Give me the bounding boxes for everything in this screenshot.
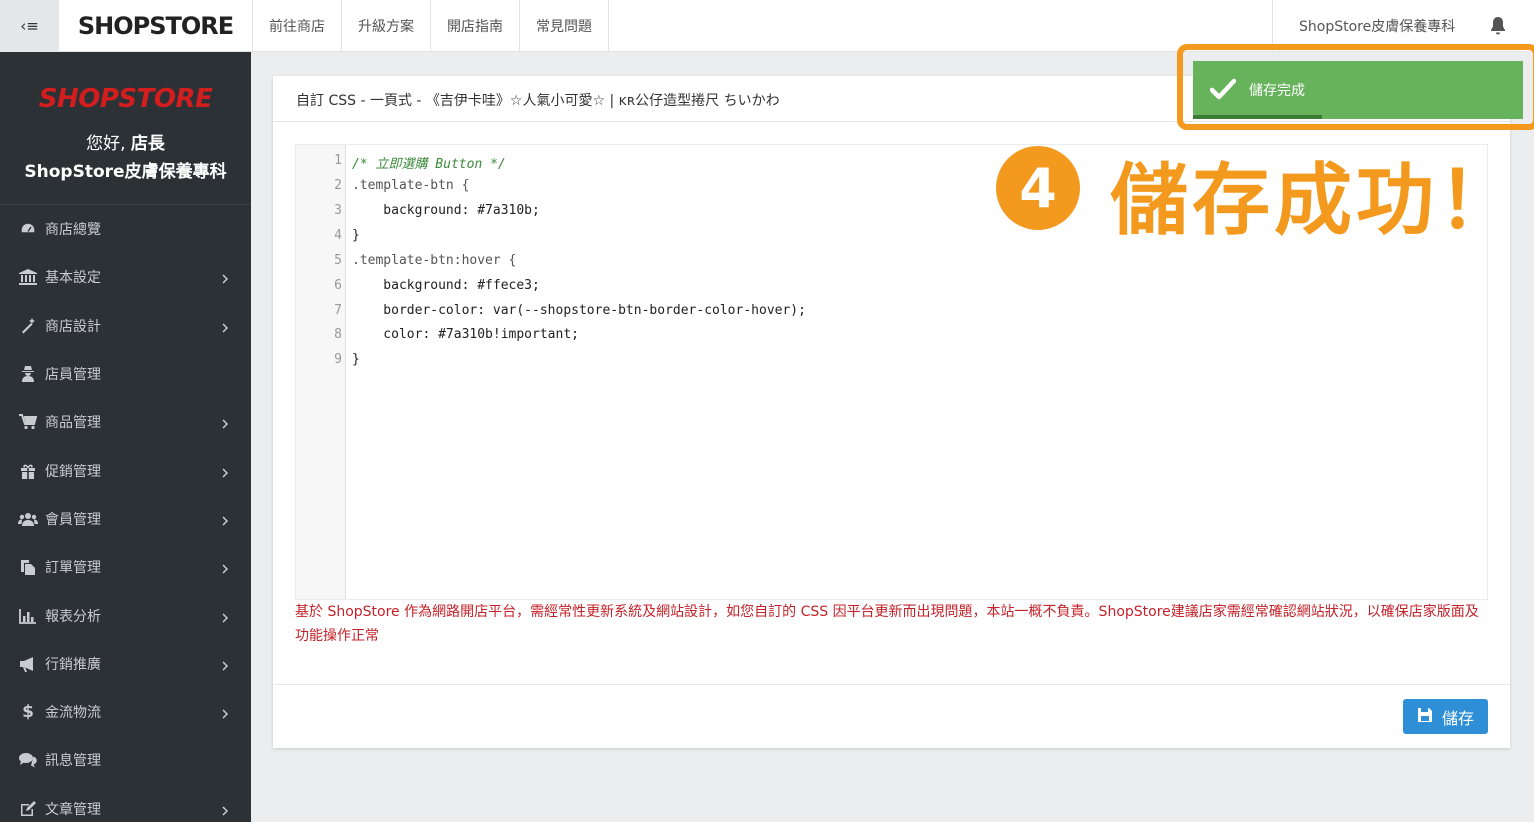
chevron-right-icon [222,659,229,675]
user-secret-icon [18,365,38,383]
chevron-right-icon [222,466,229,482]
sidebar-item-label: 報表分析 [45,608,101,625]
chevron-right-icon [222,562,229,578]
code-line: .template-btn { [352,178,470,193]
sidebar-item-payment-logistics[interactable]: $ 金流物流 [0,688,251,736]
sidebar-item-article-management[interactable]: 文章管理 [0,785,251,822]
sidebar-item-promotion-management[interactable]: 促銷管理 [0,446,251,494]
sidebar-item-staff-management[interactable]: 店員管理 [0,350,251,398]
floppy-disk-icon [1417,707,1433,727]
chevron-right-icon [222,707,229,723]
annotation-text: 儲存成功！ [1110,156,1521,246]
sidebar-item-label: 店員管理 [45,367,101,384]
sidebar-item-label: 文章管理 [45,801,101,818]
sidebar-item-label: 商店設計 [45,318,101,335]
disclaimer-text: 基於 ShopStore 作為網路開店平台，需經常性更新系統及網站設計，如您自訂… [295,604,1479,644]
bar-chart-icon [18,607,38,625]
gift-icon [18,462,38,480]
code-line: background: #7a310b; [352,203,540,218]
sidebar-store-name: ShopStore皮膚保養專科 [24,162,227,182]
step-number-badge: 4 [996,146,1080,230]
chevron-right-icon [222,514,229,530]
chevron-right-icon [222,804,229,820]
toast-message: 儲存完成 [1249,83,1305,99]
sidebar-logo: SHOPSTORE [0,84,251,114]
line-number: 9 [334,352,342,367]
line-number: 3 [334,203,342,218]
logo-text: SHOPSTORE [77,12,234,40]
sidebar-item-store-design[interactable]: 商店設計 [0,302,251,350]
line-number: 7 [334,303,342,318]
comments-icon [18,751,38,769]
line-number: 6 [334,278,342,293]
sidebar-item-store-overview[interactable]: 商店總覽 [0,205,251,253]
greeting: 您好, 店長 [0,129,251,154]
line-number: 8 [334,327,342,342]
line-number: 4 [334,228,342,243]
sidebar-item-product-management[interactable]: 商品管理 [0,398,251,446]
sidebar-item-label: 基本設定 [45,270,101,287]
sidebar-item-label: 會員管理 [45,511,101,528]
sidebar-logo-text: SHOPSTORE [38,84,213,114]
sidebar-item-marketing[interactable]: 行銷推廣 [0,640,251,688]
sidebar-item-report-analysis[interactable]: 報表分析 [0,591,251,639]
bell-icon[interactable] [1486,14,1510,38]
menu-toggle-icon: ‹≡ [20,17,39,35]
chevron-right-icon [222,611,229,627]
sidebar-item-label: 商店總覽 [45,222,101,239]
magic-wand-icon [18,317,38,335]
greeting-text: 您好, [86,134,126,154]
sidebar-item-message-management[interactable]: 訊息管理 [0,736,251,784]
sidebar-menu: 商店總覽 基本設定 商店設計 店員管理 商品管理 促銷管理 會員管理 訂單管理 … [0,205,251,822]
sidebar-item-label: 行銷推廣 [45,656,101,673]
code-line: } [352,228,360,243]
footer-divider [273,684,1510,685]
dashboard-icon [18,220,38,238]
sidebar-item-label: 訊息管理 [45,753,101,770]
line-number-gutter: 1 2 3 4 5 6 7 8 9 [296,145,346,599]
success-toast[interactable]: 儲存完成 [1193,61,1523,119]
dollar-icon: $ [22,702,34,723]
code-line: } [352,352,360,367]
user-role: 店長 [130,134,165,154]
sidebar: SHOPSTORE 您好, 店長 ShopStore皮膚保養專科 商店總覽 基本… [0,52,251,822]
line-number: 2 [334,178,342,193]
chevron-right-icon [222,272,229,288]
edit-icon [18,800,38,818]
code-line: color: #7a310b!important; [352,327,579,342]
sidebar-item-basic-settings[interactable]: 基本設定 [0,253,251,301]
bullhorn-icon [18,655,38,673]
line-number: 1 [334,153,342,168]
sidebar-item-label: 促銷管理 [45,463,101,480]
sidebar-item-member-management[interactable]: 會員管理 [0,495,251,543]
top-nav: 前往商店 升級方案 開店指南 常見問題 [253,0,609,52]
sidebar-toggle-button[interactable]: ‹≡ [0,0,59,52]
save-button-label: 儲存 [1441,708,1474,728]
code-line: background: #ffece3; [352,278,540,293]
page-title: 自訂 CSS - 一頁式 - 《吉伊卡哇》☆人氣小可愛☆ | ᴋʀ公仔造型捲尺 … [296,93,780,109]
copy-icon [18,558,38,576]
users-icon [18,510,38,528]
nav-store-guide[interactable]: 開店指南 [431,0,520,52]
nav-go-to-store[interactable]: 前往商店 [253,0,342,52]
check-icon [1209,78,1237,104]
sidebar-item-label: 金流物流 [45,705,101,722]
nav-upgrade-plan[interactable]: 升級方案 [342,0,431,52]
code-line: /* 立即選購 Button */ [352,157,506,172]
toast-progress-bar [1193,115,1322,119]
shopstore-logo[interactable]: SHOPSTORE [59,0,253,52]
sidebar-item-label: 商品管理 [45,415,101,432]
code-line: border-color: var(--shopstore-btn-border… [352,303,806,318]
bank-icon [18,268,38,286]
code-line: .template-btn:hover { [352,253,517,268]
sidebar-item-order-management[interactable]: 訂單管理 [0,543,251,591]
cart-icon [18,413,38,431]
sidebar-item-label: 訂單管理 [45,560,101,577]
line-number: 5 [334,253,342,268]
save-button[interactable]: 儲存 [1403,699,1488,734]
nav-faq[interactable]: 常見問題 [520,0,609,52]
chevron-right-icon [222,321,229,337]
chevron-right-icon [222,417,229,433]
